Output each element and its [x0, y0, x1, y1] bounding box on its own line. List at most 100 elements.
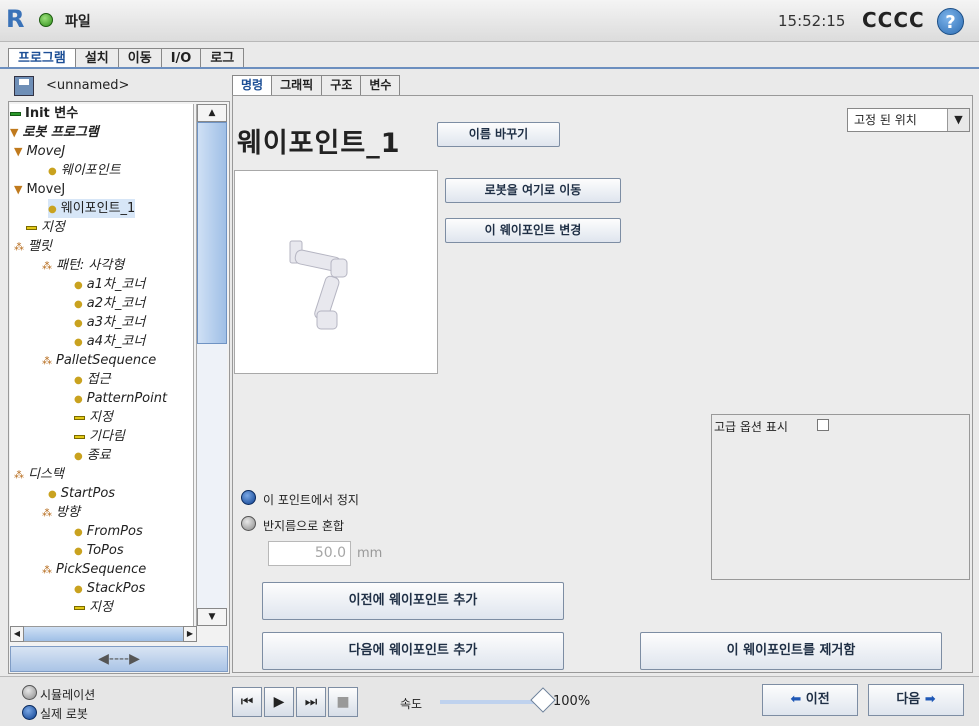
tab-divider	[0, 67, 979, 69]
tree-node[interactable]: 기다림	[74, 427, 125, 446]
h-scroll-thumb[interactable]	[24, 627, 183, 641]
scroll-up-icon[interactable]: ▲	[197, 104, 227, 122]
expand-icon: ▼	[14, 183, 23, 196]
real-robot-radio[interactable]	[22, 705, 37, 720]
tree-node[interactable]: ▼ MoveJ	[14, 142, 65, 161]
step-icon[interactable]: ⏭	[296, 687, 326, 717]
next-button[interactable]: 다음 ➡	[868, 684, 964, 716]
advanced-options-checkbox[interactable]	[817, 419, 829, 431]
tree-node[interactable]: ⁂ 디스택	[14, 465, 64, 484]
file-menu[interactable]: 파일	[65, 11, 91, 31]
destack-icon: ⁂	[14, 470, 24, 481]
tree-node[interactable]: 지정	[74, 598, 113, 617]
tab-command[interactable]: 명령	[232, 75, 273, 95]
waypoint-icon: ●	[48, 489, 57, 500]
command-tabs: 명령 그래픽 구조 변수	[232, 75, 401, 95]
rewind-icon[interactable]: ⏮	[232, 687, 262, 717]
waypoint-icon: ●	[48, 166, 57, 177]
waypoint-icon: ●	[74, 375, 83, 386]
chevron-down-icon[interactable]: ▼	[947, 109, 969, 131]
tree-node[interactable]: ● 종료	[74, 446, 111, 465]
status-indicator-icon	[39, 13, 53, 27]
tree-node[interactable]: ● a2차_코너	[74, 294, 145, 313]
blend-radius-radio[interactable]	[241, 516, 256, 531]
position-type-value: 고정 된 위치	[854, 113, 917, 127]
tree-node[interactable]: ● ToPos	[74, 541, 124, 560]
pallet-icon: ⁂	[14, 242, 24, 253]
pattern-icon: ⁂	[42, 261, 52, 272]
blend-radius-input[interactable]: 50.0	[268, 541, 351, 566]
simulation-radio[interactable]	[22, 685, 37, 700]
scroll-thumb[interactable]	[197, 122, 227, 344]
tree-node[interactable]: ● PatternPoint	[74, 389, 167, 408]
stop-icon[interactable]: ■	[328, 687, 358, 717]
tab-graphics[interactable]: 그래픽	[271, 75, 323, 95]
waypoint-icon: ●	[74, 318, 83, 329]
tab-log[interactable]: 로그	[200, 48, 245, 68]
tab-io[interactable]: I/O	[160, 48, 202, 68]
tree-node[interactable]: 지정	[26, 218, 65, 237]
tree-node-selected[interactable]: ● 웨이포인트_1	[48, 199, 136, 218]
waypoint-icon: ●	[74, 527, 83, 538]
simulation-label: 시뮬레이션	[40, 688, 96, 702]
tab-move[interactable]: 이동	[117, 48, 162, 68]
tree-node[interactable]: ▼ MoveJ	[14, 180, 65, 199]
tree-node[interactable]: ⁂ PickSequence	[42, 560, 146, 579]
waypoint-icon: ●	[74, 546, 83, 557]
rename-button[interactable]: 이름 바꾸기	[437, 122, 560, 147]
ur-logo-icon: R	[6, 5, 25, 33]
tab-structure[interactable]: 구조	[321, 75, 362, 95]
sequence-icon: ⁂	[42, 565, 52, 576]
add-waypoint-before-button[interactable]: 이전에 웨이포인트 추가	[262, 582, 564, 620]
save-icon[interactable]	[14, 76, 34, 96]
add-waypoint-after-button[interactable]: 다음에 웨이포인트 추가	[262, 632, 564, 670]
scroll-left-icon[interactable]: ◀	[10, 626, 24, 642]
tree-node[interactable]: ⁂ 팰릿	[14, 237, 52, 256]
tree-node[interactable]: ● a4차_코너	[74, 332, 145, 351]
waypoint-icon: ●	[48, 204, 57, 215]
real-robot-label: 실제 로봇	[40, 707, 88, 721]
tree-node[interactable]: 지정	[74, 408, 113, 427]
tree-node[interactable]: Init 변수	[10, 104, 78, 123]
stop-at-point-radio[interactable]	[241, 490, 256, 505]
tree-node[interactable]: ▼ 로봇 프로그램	[10, 123, 99, 142]
resize-arrows-icon: ◀----▶	[98, 651, 140, 667]
move-robot-here-button[interactable]: 로봇을 여기로 이동	[445, 178, 621, 203]
blend-unit: mm	[357, 546, 383, 561]
remove-waypoint-button[interactable]: 이 웨이포인트를 제거함	[640, 632, 942, 670]
tab-variables[interactable]: 변수	[360, 75, 401, 95]
tree-node[interactable]: ● 웨이포인트	[48, 161, 121, 180]
tree-node[interactable]: ● a3차_코너	[74, 313, 145, 332]
tree-node[interactable]: ⁂ 패턴: 사각형	[42, 256, 124, 275]
assignment-icon	[74, 415, 85, 420]
tab-program[interactable]: 프로그램	[8, 48, 76, 68]
tree-node[interactable]: ● StackPos	[74, 579, 145, 598]
tree-node[interactable]: ● StartPos	[48, 484, 115, 503]
expand-icon: ▼	[14, 145, 23, 158]
speed-label: 속도	[400, 697, 423, 711]
tree-node[interactable]: ● a1차_코너	[74, 275, 145, 294]
speed-value: 100%	[553, 694, 591, 709]
waypoint-icon: ●	[74, 451, 83, 462]
tree-node[interactable]: ⁂ PalletSequence	[42, 351, 156, 370]
panel-resize-handle[interactable]: ◀----▶	[10, 646, 228, 672]
clock: 15:52:15	[778, 12, 846, 30]
play-icon[interactable]: ▶	[264, 687, 294, 717]
tree-node[interactable]: ⁂ 방향	[42, 503, 80, 522]
tree-node[interactable]: ● 접근	[74, 370, 111, 389]
previous-button[interactable]: ⬅ 이전	[762, 684, 858, 716]
speed-slider-fill	[440, 700, 536, 704]
tab-installation[interactable]: 설치	[74, 48, 119, 68]
waypoint-icon: ●	[74, 299, 83, 310]
waypoint-icon: ●	[74, 280, 83, 291]
tree-node[interactable]: ● FromPos	[74, 522, 143, 541]
scroll-right-icon[interactable]: ▶	[183, 626, 197, 642]
robot-preview	[234, 170, 438, 374]
waypoint-icon: ●	[74, 394, 83, 405]
scroll-down-icon[interactable]: ▼	[197, 608, 227, 626]
main-tabs: 프로그램 설치 이동 I/O 로그	[8, 48, 245, 68]
waypoint-title: 웨이포인트_1	[237, 128, 401, 159]
change-waypoint-button[interactable]: 이 웨이포인트 변경	[445, 218, 621, 243]
assignment-icon	[74, 605, 85, 610]
help-icon[interactable]: ?	[937, 8, 964, 35]
